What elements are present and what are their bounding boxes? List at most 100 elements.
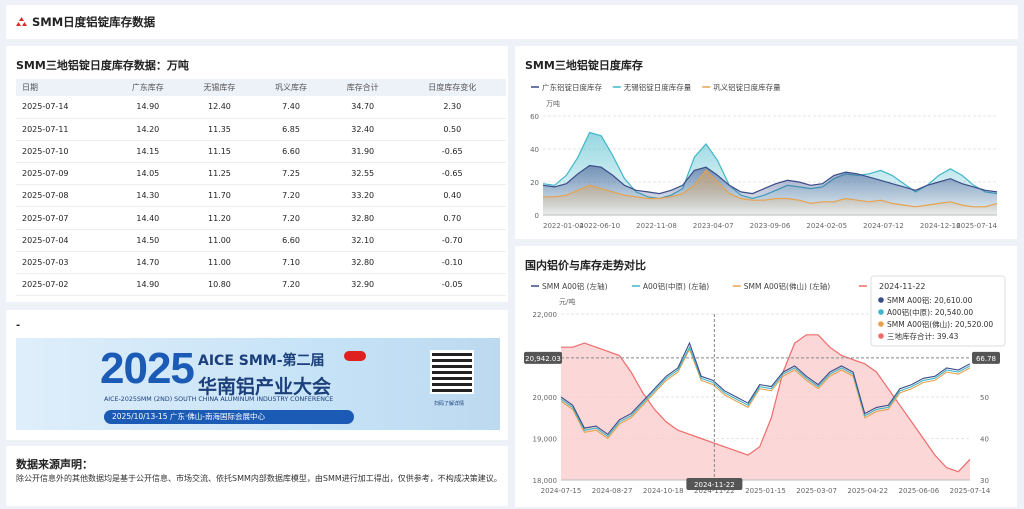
tooltip-row: SMM A00铝: 20,610.00: [887, 295, 973, 305]
legend-label: 广东铝锭日度库存: [542, 82, 602, 92]
x-tick-label: 2024-10-18: [643, 487, 684, 495]
x-tick-label: 2024-07-12: [863, 222, 904, 230]
banner-line-4: 2025/10/13-15 广东·佛山-南海国际会展中心: [104, 410, 354, 424]
table-cell: 14.15: [112, 140, 184, 164]
table-row: 2025-07-08 14.30 11.70 7.20 33.20 0.40: [16, 184, 506, 208]
table-cell: 11.20: [183, 206, 256, 230]
table-row: 2025-07-14 14.90 12.40 7.40 34.70 2.30: [16, 96, 506, 119]
banner-badge-icon: [344, 351, 366, 361]
x-tick-label: 2024-08-27: [592, 487, 633, 495]
table-cell: 32.80: [326, 206, 399, 230]
table-row: 2025-07-03 14.70 11.00 7.10 32.80 -0.10: [16, 251, 506, 275]
column-header: 库存合计: [326, 79, 399, 96]
legend-label: SMM A00铝 (左轴): [542, 281, 608, 291]
table-cell: -0.70: [398, 229, 506, 252]
table-row: 2025-07-11 14.20 11.35 6.85 32.40 0.50: [16, 118, 506, 141]
table-cell: 2025-07-11: [16, 118, 112, 141]
table-cell: 6.60: [255, 229, 327, 252]
qr-label: 扫码了解详情: [434, 401, 465, 407]
price-inventory-chart[interactable]: SMM A00铝 (左轴) A00铝(中原) (左轴) SMM A00铝(佛山) (…: [515, 246, 1017, 507]
inventory-area: [561, 334, 970, 480]
legend-label: SMM A00铝(佛山) (左轴): [744, 281, 830, 291]
tooltip-dot: [878, 309, 884, 315]
table-row: 2025-07-09 14.05 11.25 7.25 32.55 -0.65: [16, 162, 506, 186]
table-cell: 12.40: [183, 96, 256, 119]
cursor-left-value: 20,942.03: [525, 355, 561, 363]
x-tick-label: 2022-11-08: [636, 222, 677, 230]
y2-tick-label: 30: [980, 477, 989, 485]
table-cell: -0.65: [398, 162, 506, 186]
page-title: SMM日度铝锭库存数据: [32, 15, 156, 29]
table-cell: 32.10: [326, 229, 399, 252]
table-cell: 2025-07-07: [16, 206, 112, 230]
table-cell: 14.70: [112, 251, 184, 275]
y-tick-label: 40: [530, 146, 539, 154]
table-cell: 0.40: [398, 184, 506, 208]
tooltip-row: SMM A00铝(佛山): 20,520.00: [887, 319, 993, 329]
inventory-table: 日期 广东库存 无锡库存 巩义库存 库存合计 日度库存变化 2025-07-14 14.90…: [16, 79, 506, 297]
table-cell: 0.70: [398, 206, 506, 230]
source-body: 除公开信息外的其他数据均是基于公开信息、市场交流、依托SMM内部数据库模型，由S…: [16, 474, 502, 483]
smm-logo-icon: [16, 17, 27, 26]
table-cell: 32.80: [326, 251, 399, 275]
y2-tick-label: 40: [980, 436, 989, 444]
y-tick-label: 18,000: [533, 477, 558, 485]
table-header-row: 日期 广东库存 无锡库存 巩义库存 库存合计 日度库存变化: [16, 79, 506, 96]
tooltip-dot: [878, 321, 884, 327]
banner-line-2: 华南铝产业大会: [198, 376, 332, 398]
table-title: SMM三地铝锭日度库存数据：万吨: [16, 59, 189, 72]
x-tick-label: 2025-06-06: [899, 487, 940, 495]
table-cell: 7.20: [255, 273, 327, 297]
x-tick-label: 2024-07-15: [541, 487, 582, 495]
table-cell: 11.25: [183, 162, 256, 186]
ad-card: - 2025 AICE SMM-第二届 华南铝产业大会 AICE-2025SMM…: [6, 310, 508, 440]
column-header: 无锡库存: [183, 79, 256, 96]
column-header: 日度库存变化: [398, 79, 506, 96]
legend-label: 无锡铝锭日度库存量: [624, 82, 692, 92]
table-cell: 2.30: [398, 96, 506, 119]
table-cell: 11.15: [183, 140, 256, 164]
table-cell: 0.50: [398, 118, 506, 141]
table-cell: -0.05: [398, 273, 506, 297]
y-tick-label: 20,000: [533, 394, 558, 402]
x-tick-label: 2025-04-22: [847, 487, 888, 495]
table-cell: 2025-07-02: [16, 273, 112, 297]
table-cell: 14.20: [112, 118, 184, 141]
table-cell: 7.10: [255, 251, 327, 275]
table-cell: 34.70: [326, 96, 399, 119]
y-tick-label: 19,000: [533, 436, 558, 444]
banner-line-3: AICE-2025SMM (2ND) SOUTH CHINA ALUMINUM …: [104, 396, 334, 403]
table-cell: 10.80: [183, 273, 256, 297]
table-cell: 2025-07-09: [16, 162, 112, 186]
x-tick-label: 2023-04-07: [693, 222, 734, 230]
legend-label: A00铝(中原) (左轴): [643, 281, 709, 291]
cursor-date: 2024-11-22: [694, 481, 735, 489]
banner-line-1: AICE SMM-第二届: [198, 353, 325, 369]
table-cell: 11.00: [183, 251, 256, 275]
table-cell: -0.10: [398, 251, 506, 275]
y-axis-label: 万吨: [546, 99, 560, 108]
x-tick-label: 2024-12-16: [920, 222, 961, 230]
table-cell: 14.50: [112, 229, 184, 252]
table-cell: 2025-07-08: [16, 184, 112, 208]
table-cell: 7.40: [255, 96, 327, 119]
cursor-right-value: 66.78: [976, 355, 996, 363]
x-tick-label: 2022-01-04: [543, 222, 584, 230]
table-cell: 2025-07-14: [16, 96, 112, 119]
table-row: 2025-07-07 14.40 11.20 7.20 32.80 0.70: [16, 206, 506, 230]
page-header: SMM日度铝锭库存数据: [6, 5, 1018, 39]
ad-section-label: -: [16, 320, 21, 331]
tooltip-date: 2024-11-22: [879, 282, 926, 291]
x-tick-label: 2024-02-05: [806, 222, 847, 230]
inventory-chart[interactable]: 广东铝锭日度库存 无锡铝锭日度库存量 巩义铝锭日度库存量万吨 60 40 20 0 2022-…: [515, 46, 1017, 239]
column-header: 广东库存: [112, 79, 184, 96]
table-cell: 6.85: [255, 118, 327, 141]
price-inventory-chart-card: 国内铝价与库存走势对比 SMM A00铝 (左轴) A00铝(中原) (左轴) SM…: [515, 246, 1017, 507]
table-cell: 33.20: [326, 184, 399, 208]
conference-banner[interactable]: 2025 AICE SMM-第二届 华南铝产业大会 AICE-2025SMM (…: [16, 338, 500, 430]
x-tick-label: 2022-06-10: [579, 222, 620, 230]
inventory-table-card: SMM三地铝锭日度库存数据：万吨 日期 广东库存 无锡库存 巩义库存 库存合计 日度库存变…: [6, 46, 508, 302]
table-cell: 2025-07-03: [16, 251, 112, 275]
table-cell: 6.60: [255, 140, 327, 164]
table-row: 2025-07-04 14.50 11.00 6.60 32.10 -0.70: [16, 229, 506, 252]
